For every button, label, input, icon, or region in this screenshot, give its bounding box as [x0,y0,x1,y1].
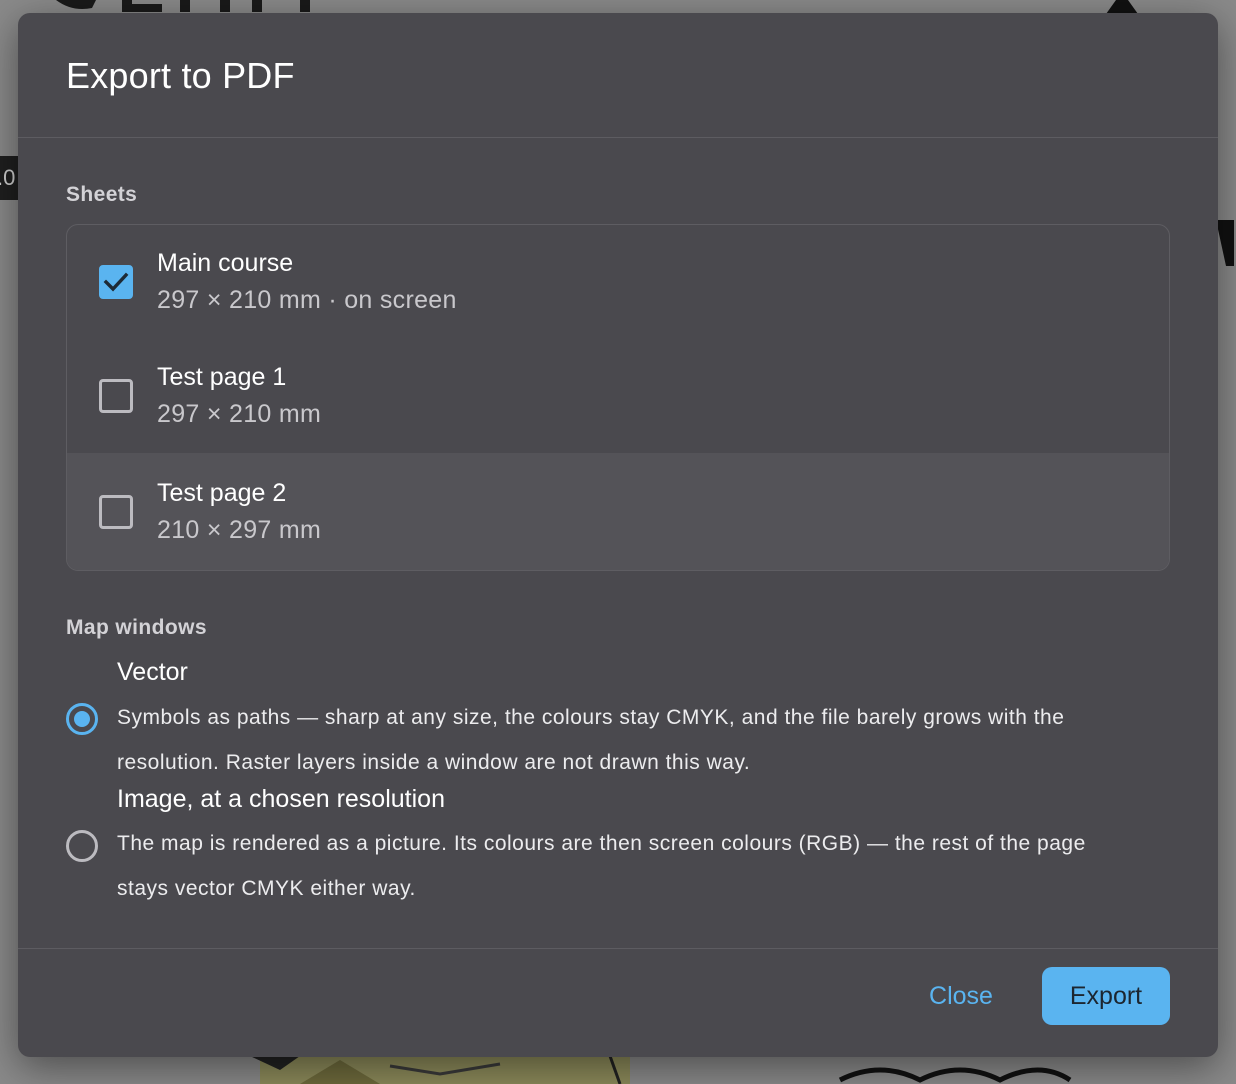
sheet-checkbox-test-page-1[interactable] [99,379,133,413]
dialog-footer: Close Export [18,948,1218,1057]
sheet-text: Main course 297 × 210 mm · on screen [157,245,457,319]
radio-image[interactable] [66,830,98,862]
sheet-checkbox-test-page-2[interactable] [99,494,133,529]
export-pdf-dialog: Export to PDF Sheets Main course 297 × 2… [18,13,1218,1057]
sheet-name: Test page 1 [157,363,287,391]
sheet-name: Test page 2 [157,478,287,507]
check-icon [103,272,129,292]
radio-vector[interactable] [66,703,98,735]
background-map-bottom-fragment [250,1056,1072,1084]
sheet-list: Main course 297 × 210 mm · on screen Tes… [66,224,1170,571]
dialog-header: Export to PDF [18,13,1218,138]
option-description: Symbols as paths — sharp at any size, th… [117,706,1065,774]
option-title: Image, at a chosen resolution [117,785,445,813]
sheet-item-test-page-2[interactable]: Test page 2 210 × 297 mm [67,453,1169,570]
sheet-meta: 210 × 297 mm [157,515,322,544]
dialog-title: Export to PDF [66,55,295,96]
sheet-meta: 297 × 210 mm · on screen [157,286,457,314]
radio-selected-dot [74,711,90,727]
sheet-checkbox-main-course[interactable] [99,265,133,299]
background-left-chip: .0 [0,156,20,200]
sheet-text: Test page 1 297 × 210 mm [157,359,321,433]
option-description: The map is rendered as a picture. Its co… [117,832,1086,900]
sheet-name: Main course [157,249,294,277]
sheet-item-main-course[interactable]: Main course 297 × 210 mm · on screen [67,225,1169,339]
close-button[interactable]: Close [916,967,1006,1025]
option-title: Vector [117,658,188,686]
sheet-meta: 297 × 210 mm [157,400,322,428]
map-windows-section-label: Map windows [66,616,207,639]
background-map-title-fragment [56,0,310,12]
sheet-text: Test page 2 210 × 297 mm [157,475,321,549]
sheets-section-label: Sheets [66,183,138,206]
export-button[interactable]: Export [1042,967,1170,1025]
background-triangle-fragment [1106,0,1138,14]
sheet-item-test-page-1[interactable]: Test page 1 297 × 210 mm [67,339,1169,453]
